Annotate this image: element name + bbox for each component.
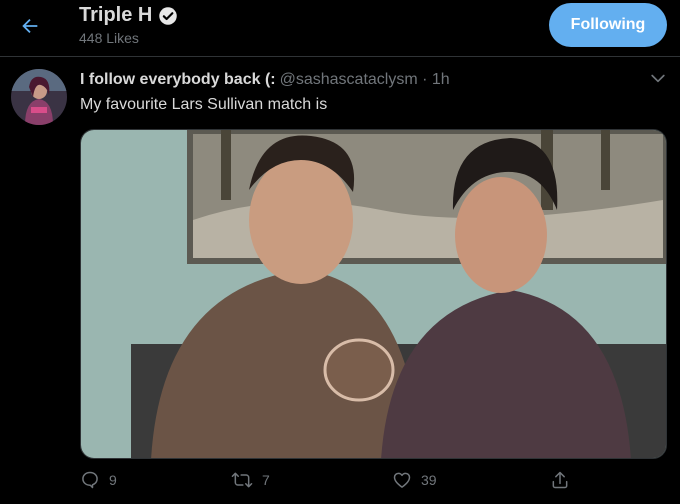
tweet-text: My favourite Lars Sullivan match is [80, 96, 328, 113]
reply-count: 9 [109, 472, 117, 488]
reply-icon [82, 471, 98, 489]
tweet-actions: 9 7 39 [80, 470, 580, 496]
separator-dot: · [422, 71, 428, 88]
tweet-header: I follow everybody back (: @sashascatacly… [80, 71, 450, 89]
chevron-down-icon[interactable] [648, 68, 668, 88]
tweet-media-photo[interactable] [80, 129, 667, 459]
retweet-button[interactable]: 7 [231, 470, 270, 490]
profile-title-block: Triple H 448 Likes [79, 4, 178, 46]
share-button[interactable] [550, 470, 570, 490]
heart-icon [393, 472, 411, 488]
retweet-icon [231, 472, 253, 488]
likes-count: 448 Likes [79, 30, 139, 46]
verified-badge-icon [159, 6, 178, 25]
avatar[interactable] [11, 69, 67, 125]
tweet-time[interactable]: 1h [432, 71, 450, 88]
tweet-author-name[interactable]: I follow everybody back (: [80, 71, 276, 88]
following-button[interactable]: Following [549, 3, 667, 47]
like-count: 39 [421, 472, 437, 488]
back-button[interactable] [14, 10, 46, 42]
page-title: Triple H [79, 4, 153, 26]
page-header: Triple H 448 Likes Following [0, 0, 680, 57]
avatar-image [11, 69, 67, 125]
retweet-count: 7 [262, 472, 270, 488]
arrow-left-icon [22, 18, 38, 34]
reply-button[interactable]: 9 [80, 470, 117, 490]
photo-image [81, 130, 666, 458]
like-button[interactable]: 39 [392, 470, 437, 490]
share-icon [552, 471, 568, 489]
tweet-handle[interactable]: @sashascataclysm [280, 71, 418, 88]
